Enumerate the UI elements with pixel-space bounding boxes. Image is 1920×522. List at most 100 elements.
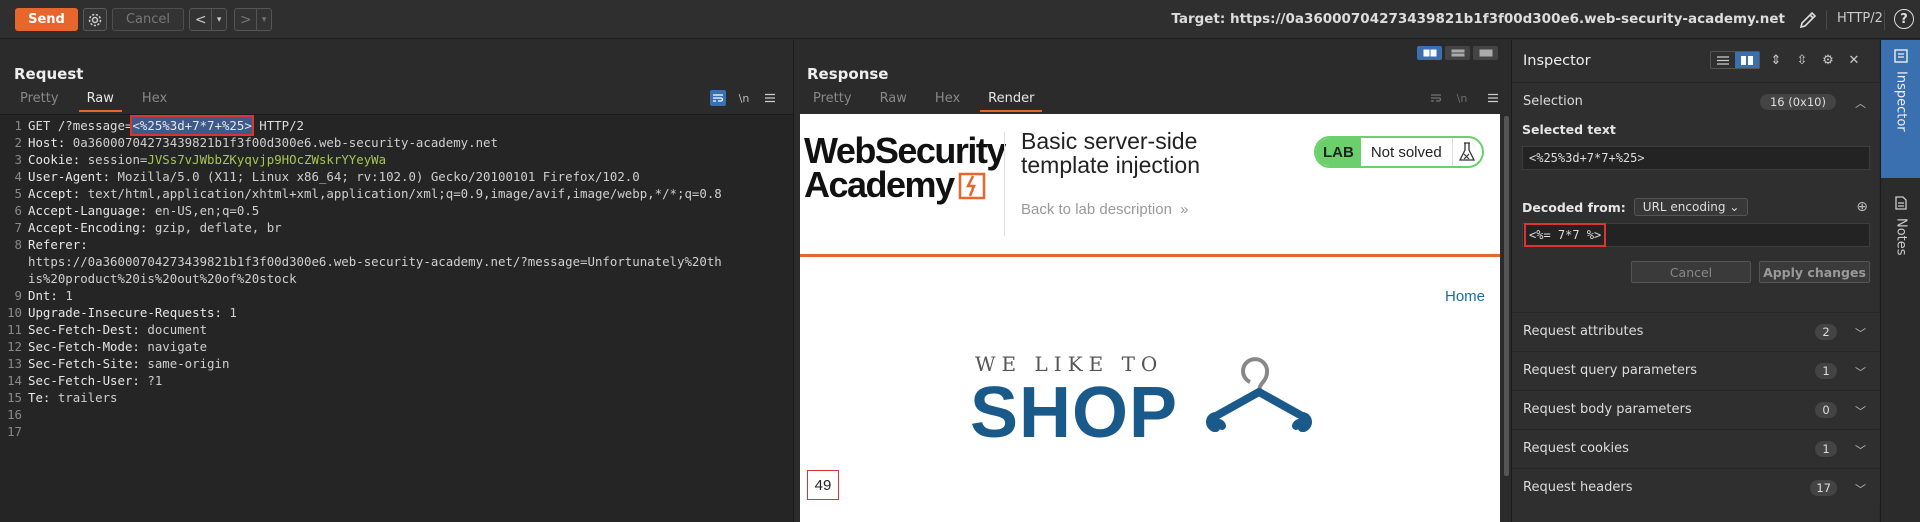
- count-badge: 1: [1815, 440, 1837, 457]
- line-number: 8: [14, 237, 22, 252]
- apply-changes-button[interactable]: Apply changes: [1759, 261, 1870, 283]
- chevron-down-icon[interactable]: ﹀: [1855, 403, 1866, 419]
- section-label: Request headers: [1523, 480, 1633, 495]
- layout-toggle: [1417, 46, 1498, 60]
- collapse-all-icon[interactable]: ⇳: [1792, 51, 1812, 69]
- cancel-button[interactable]: Cancel: [1631, 261, 1751, 283]
- chevron-down-icon[interactable]: ﹀: [1855, 364, 1866, 380]
- inspector-rail-label: Inspector: [1893, 71, 1909, 132]
- list-view-icon[interactable]: [1711, 52, 1735, 68]
- editor-line: 7 Accept-Encoding: gzip, deflate, br: [0, 219, 793, 236]
- decoded-value-field[interactable]: <%= 7*7 %>: [1522, 223, 1870, 247]
- tab-pretty[interactable]: Pretty: [799, 88, 866, 112]
- header-name: Accept-Language:: [28, 203, 155, 218]
- editor-line: 3 Cookie: session= JVSs7vJWbbZKyqvjp9HOcZ…: [0, 151, 793, 168]
- tab-hex[interactable]: Hex: [128, 88, 181, 112]
- protocol-label[interactable]: HTTP/2: [1837, 11, 1883, 26]
- chevron-down-icon[interactable]: ﹀: [1855, 442, 1866, 458]
- chevron-up-icon[interactable]: ︿: [1855, 95, 1866, 111]
- section-label: Request cookies: [1523, 441, 1629, 456]
- decoded-from-row: Decoded from: URL encoding ⌄ ⊕: [1522, 198, 1870, 216]
- split-vertical-icon[interactable]: [1445, 46, 1470, 60]
- split-horizontal-icon[interactable]: [1417, 46, 1442, 60]
- forward-arrow-icon[interactable]: >: [235, 9, 256, 30]
- header-value: gzip, deflate, br: [154, 220, 282, 235]
- line-number: 15: [7, 390, 22, 405]
- word-wrap-icon[interactable]: [710, 90, 726, 106]
- inspector-rail-tab[interactable]: Inspector: [1881, 40, 1920, 178]
- tabs-layout-icon[interactable]: [1473, 46, 1498, 60]
- selection-section-header[interactable]: Selection 16 (0x10) ︿: [1512, 82, 1880, 120]
- line-number: 1: [14, 118, 22, 133]
- add-decoding-icon[interactable]: ⊕: [1856, 199, 1868, 215]
- cancel-button[interactable]: Cancel: [112, 8, 184, 31]
- header-value: trailers: [57, 390, 118, 405]
- expand-all-icon[interactable]: ⇕: [1766, 51, 1786, 69]
- split-view-icon[interactable]: [1735, 52, 1759, 68]
- line-number: 7: [14, 220, 22, 235]
- target-url[interactable]: Target: https://0a36000704273439821b1f3f…: [1171, 11, 1785, 27]
- close-icon[interactable]: ✕: [1844, 51, 1864, 69]
- back-to-lab-link[interactable]: Back to lab description »: [1021, 201, 1188, 218]
- cookie-value: JVSs7vJWbbZKyqvjp9HOcZWskrYYeyWa: [147, 152, 387, 167]
- tab-render[interactable]: Render: [974, 88, 1048, 112]
- request-cookies-section[interactable]: Request cookies 1 ﹀: [1512, 429, 1880, 467]
- logo-line-2-text: Academy: [804, 164, 955, 205]
- request-headers-section[interactable]: Request headers 17 ﹀: [1512, 468, 1880, 506]
- lab-title-line-1: Basic server-side: [1021, 128, 1198, 154]
- edit-target-icon[interactable]: [1797, 9, 1819, 31]
- inspector-icon: [1894, 49, 1908, 63]
- menu-icon[interactable]: [762, 90, 778, 106]
- inspector-layout-toggle: [1710, 51, 1760, 69]
- request-query-parameters-section[interactable]: Request query parameters 1 ﹀: [1512, 351, 1880, 389]
- editor-line: 11 Sec-Fetch-Dest: document: [0, 321, 793, 338]
- cookie-name: session=: [87, 152, 148, 167]
- header-name: Accept:: [28, 186, 88, 201]
- scrollbar-thumb[interactable]: [1504, 116, 1509, 476]
- notes-rail-tab[interactable]: Notes: [1881, 190, 1920, 300]
- lab-title-line-2: template injection: [1021, 152, 1200, 178]
- logo-line-2: Academy: [804, 164, 1005, 205]
- gear-icon[interactable]: ⚙: [1818, 51, 1838, 69]
- editor-line: 8 Referer:: [0, 236, 793, 253]
- request-editor[interactable]: 1 GET /?message= <%25%3d+7*7+%25> HTTP/2 …: [0, 114, 793, 522]
- send-button[interactable]: Send: [15, 8, 78, 31]
- decoding-dropdown[interactable]: URL encoding ⌄: [1633, 198, 1749, 216]
- newline-toggle-icon[interactable]: \n: [1454, 90, 1470, 106]
- tab-raw[interactable]: Raw: [73, 88, 128, 112]
- header-name: Cookie:: [28, 152, 88, 167]
- newline-toggle-icon[interactable]: \n: [736, 90, 752, 106]
- chevron-down-icon[interactable]: ﹀: [1855, 325, 1866, 341]
- help-icon[interactable]: ?: [1894, 9, 1914, 29]
- tab-pretty[interactable]: Pretty: [6, 88, 73, 112]
- back-arrow-icon[interactable]: <: [190, 9, 211, 30]
- tab-raw[interactable]: Raw: [866, 88, 921, 112]
- selected-payload[interactable]: <%25%3d+7*7+%25>: [130, 115, 254, 136]
- chevron-down-icon[interactable]: ﹀: [1855, 481, 1866, 497]
- header-divider: [1004, 132, 1005, 236]
- chevron-down-icon[interactable]: ▾: [212, 9, 226, 30]
- response-tabs: Pretty Raw Hex Render: [799, 88, 1048, 112]
- selected-text-field[interactable]: <%25%3d+7*7+%25>: [1522, 146, 1870, 170]
- chevron-down-icon[interactable]: ▾: [257, 9, 271, 30]
- word-wrap-icon[interactable]: [1428, 90, 1444, 106]
- gear-icon: [88, 13, 102, 26]
- menu-icon[interactable]: [1485, 90, 1501, 106]
- request-attributes-section[interactable]: Request attributes 2 ﹀: [1512, 312, 1880, 350]
- home-link[interactable]: Home: [1445, 288, 1485, 305]
- settings-button[interactable]: [83, 8, 107, 31]
- render-scrollbar[interactable]: [1503, 114, 1510, 522]
- web-security-academy-logo[interactable]: WebSecurity Academy: [804, 133, 1006, 205]
- editor-line: 17: [0, 423, 793, 440]
- header-name: Sec-Fetch-Mode:: [28, 339, 148, 354]
- chevron-down-icon: ⌄: [1729, 200, 1740, 214]
- tab-hex[interactable]: Hex: [921, 88, 974, 112]
- header-value: 1: [65, 288, 73, 303]
- request-line-prefix: GET /?message=: [28, 118, 133, 133]
- response-tools: \n: [1428, 90, 1470, 106]
- header-value: en-US,en;q=0.5: [154, 203, 260, 218]
- editor-line: 9 Dnt: 1: [0, 287, 793, 304]
- request-line-suffix: HTTP/2: [251, 118, 305, 133]
- line-number: 2: [14, 135, 22, 150]
- request-body-parameters-section[interactable]: Request body parameters 0 ﹀: [1512, 390, 1880, 428]
